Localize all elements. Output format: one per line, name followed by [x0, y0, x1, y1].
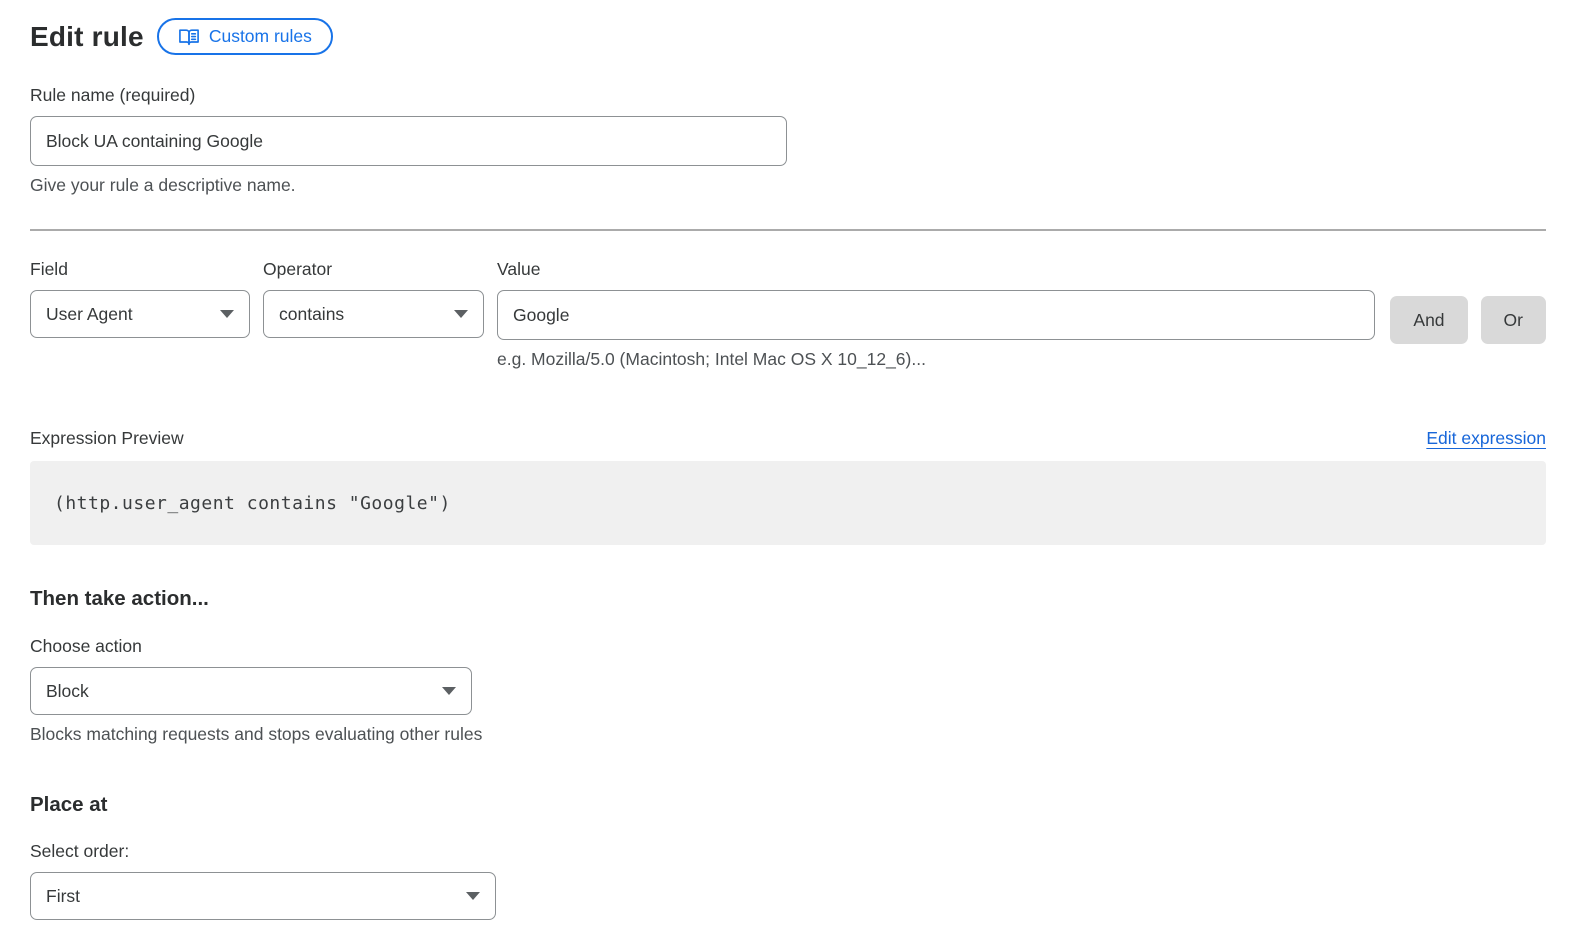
rule-name-label: Rule name (required)	[30, 85, 1546, 106]
conjunction-buttons: And Or	[1390, 259, 1546, 344]
expression-code: (http.user_agent contains "Google")	[54, 493, 451, 514]
placement-section: Place at Select order: First	[30, 793, 1546, 920]
order-select-value: First	[46, 886, 80, 907]
value-help: e.g. Mozilla/5.0 (Macintosh; Intel Mac O…	[497, 349, 1375, 370]
caret-down-icon	[454, 310, 468, 318]
condition-row: Field User Agent Operator contains Value…	[30, 259, 1546, 370]
page-title: Edit rule	[30, 21, 144, 53]
field-select[interactable]: User Agent	[30, 290, 250, 338]
rule-name-help: Give your rule a descriptive name.	[30, 175, 1546, 196]
expression-preview-label: Expression Preview	[30, 428, 184, 449]
caret-down-icon	[466, 892, 480, 900]
operator-select-value: contains	[279, 304, 344, 325]
action-help: Blocks matching requests and stops evalu…	[30, 724, 1546, 745]
order-select[interactable]: First	[30, 872, 496, 920]
action-select-value: Block	[46, 681, 89, 702]
edit-rule-page: Edit rule Custom rules Rule name (requir…	[0, 0, 1587, 920]
section-divider	[30, 229, 1546, 231]
action-heading: Then take action...	[30, 587, 1546, 611]
rule-name-input[interactable]	[30, 116, 787, 166]
value-label: Value	[497, 259, 1375, 280]
operator-select[interactable]: contains	[263, 290, 484, 338]
caret-down-icon	[220, 310, 234, 318]
value-column: Value e.g. Mozilla/5.0 (Macintosh; Intel…	[497, 259, 1375, 370]
select-order-label: Select order:	[30, 841, 1546, 862]
action-select[interactable]: Block	[30, 667, 472, 715]
place-at-heading: Place at	[30, 793, 1546, 817]
expression-code-block: (http.user_agent contains "Google")	[30, 461, 1546, 545]
page-header: Edit rule Custom rules	[30, 18, 1546, 55]
expression-header: Expression Preview Edit expression	[30, 428, 1546, 449]
action-section: Then take action... Choose action Block …	[30, 587, 1546, 745]
and-button[interactable]: And	[1390, 296, 1467, 344]
rule-name-section: Rule name (required) Give your rule a de…	[30, 85, 1546, 196]
field-select-value: User Agent	[46, 304, 133, 325]
field-column: Field User Agent	[30, 259, 250, 338]
choose-action-label: Choose action	[30, 636, 1546, 657]
caret-down-icon	[442, 687, 456, 695]
operator-label: Operator	[263, 259, 484, 280]
or-button[interactable]: Or	[1481, 296, 1546, 344]
edit-expression-link[interactable]: Edit expression	[1426, 428, 1546, 449]
custom-rules-button[interactable]: Custom rules	[157, 18, 333, 55]
field-label: Field	[30, 259, 250, 280]
operator-column: Operator contains	[263, 259, 484, 338]
open-book-icon	[178, 27, 200, 47]
custom-rules-button-label: Custom rules	[209, 26, 312, 47]
value-input[interactable]	[497, 290, 1375, 340]
